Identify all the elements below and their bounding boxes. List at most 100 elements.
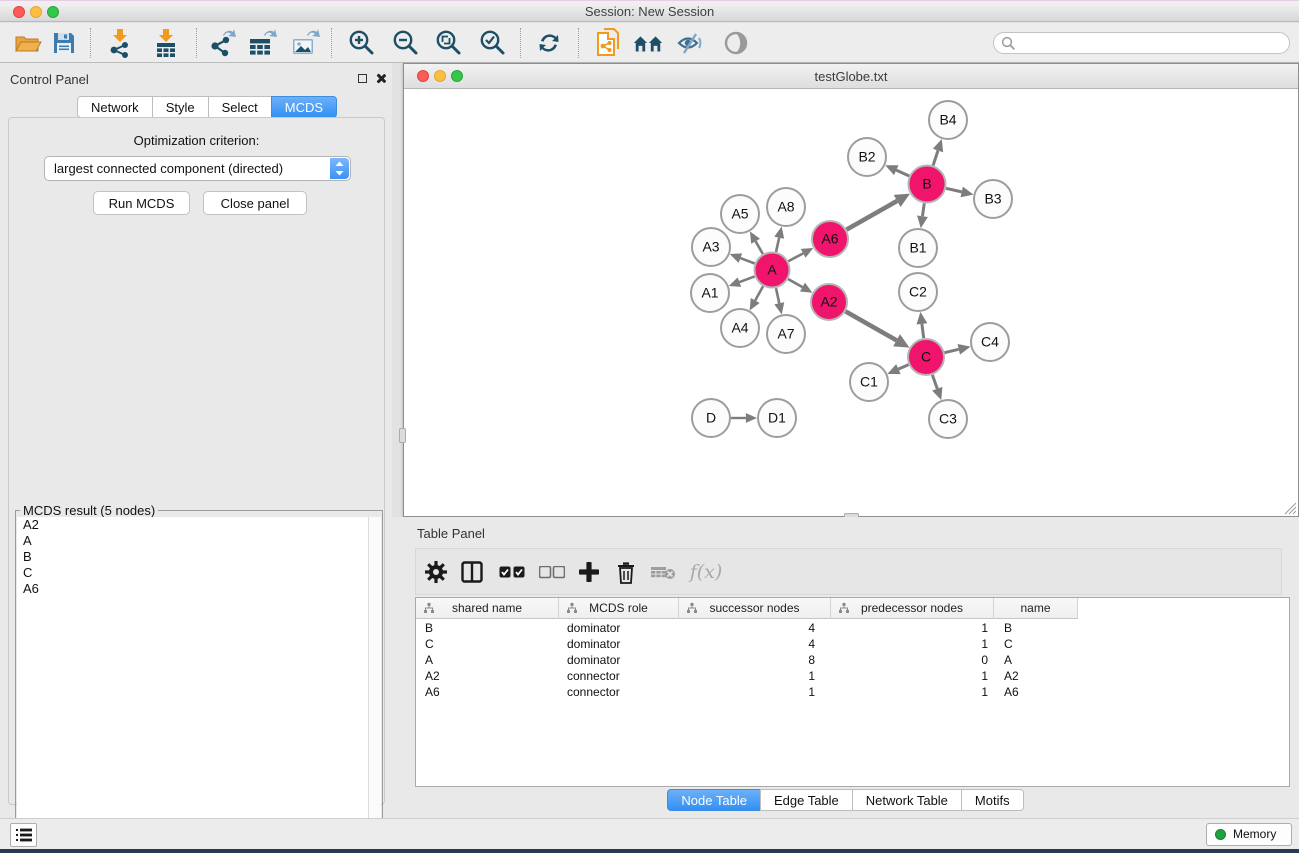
mcds-result-list[interactable]: A2ABCA6 xyxy=(17,517,369,846)
column-header-successor-nodes[interactable]: successor nodes xyxy=(679,598,831,619)
zoom-out-button[interactable] xyxy=(389,27,421,59)
node-A8[interactable]: A8 xyxy=(767,188,805,226)
import-network-button[interactable] xyxy=(104,27,136,59)
zoom-in-button[interactable] xyxy=(345,27,377,59)
edge-A-A2[interactable] xyxy=(788,279,812,293)
tab-style[interactable]: Style xyxy=(152,96,209,118)
edge-D-D1[interactable] xyxy=(731,413,757,423)
node-A7[interactable]: A7 xyxy=(767,315,805,353)
duplicate-network-button[interactable] xyxy=(592,27,624,59)
task-history-button[interactable] xyxy=(10,823,37,847)
node-C4[interactable]: C4 xyxy=(971,323,1009,361)
edge-A-A4[interactable] xyxy=(750,286,763,310)
table-settings-button[interactable] xyxy=(421,557,451,587)
function-builder-button[interactable]: f(x) xyxy=(684,557,728,587)
deselect-all-rows-button[interactable] xyxy=(537,557,567,587)
run-mcds-button[interactable]: Run MCDS xyxy=(93,191,190,215)
node-B1[interactable]: B1 xyxy=(899,229,937,267)
delete-table-button[interactable] xyxy=(648,557,678,587)
node-C[interactable]: C xyxy=(908,339,944,375)
zoom-fit-button[interactable] xyxy=(432,27,464,59)
node-C1[interactable]: C1 xyxy=(850,363,888,401)
edge-C-C3[interactable] xyxy=(932,375,942,400)
edge-A-A1[interactable] xyxy=(729,276,755,286)
result-item[interactable]: A2 xyxy=(17,517,369,533)
result-item[interactable]: C xyxy=(17,565,369,581)
edge-B-B2[interactable] xyxy=(885,165,909,176)
close-panel-button[interactable]: Close panel xyxy=(203,191,307,215)
result-item[interactable]: A6 xyxy=(17,581,369,597)
close-panel-icon[interactable] xyxy=(375,73,386,84)
edge-A-A6[interactable] xyxy=(788,248,813,261)
network-window-titlebar[interactable]: testGlobe.txt xyxy=(404,64,1298,89)
node-A4[interactable]: A4 xyxy=(721,309,759,347)
column-header-predecessor-nodes[interactable]: predecessor nodes xyxy=(831,598,994,619)
node-B[interactable]: B xyxy=(909,166,946,203)
save-session-button[interactable] xyxy=(48,27,80,59)
node-C3[interactable]: C3 xyxy=(929,400,967,438)
show-details-button[interactable] xyxy=(720,27,752,59)
search-input[interactable] xyxy=(1020,34,1282,52)
export-network-button[interactable] xyxy=(206,27,238,59)
edge-A2-C[interactable] xyxy=(846,311,910,347)
table-row[interactable]: A2connector11A2 xyxy=(416,668,1289,684)
table-row[interactable]: A6connector11A6 xyxy=(416,684,1289,700)
zoom-selected-button[interactable] xyxy=(476,27,508,59)
node-A5[interactable]: A5 xyxy=(721,195,759,233)
node-B2[interactable]: B2 xyxy=(848,138,886,176)
edge-A-A3[interactable] xyxy=(730,253,755,263)
edge-C-C1[interactable] xyxy=(887,364,908,374)
tab-select[interactable]: Select xyxy=(208,96,272,118)
column-header-shared-name[interactable]: shared name xyxy=(416,598,559,619)
table-row[interactable]: Bdominator41B xyxy=(416,620,1289,636)
delete-column-button[interactable] xyxy=(611,557,641,587)
memory-button[interactable]: Memory xyxy=(1206,823,1292,846)
edge-C-C2[interactable] xyxy=(917,312,928,338)
node-C2[interactable]: C2 xyxy=(899,273,937,311)
edge-A6-B[interactable] xyxy=(847,194,911,230)
node-B3[interactable]: B3 xyxy=(974,180,1012,218)
float-panel-icon[interactable] xyxy=(358,74,367,83)
tab-edge-table[interactable]: Edge Table xyxy=(760,789,853,811)
criterion-dropdown[interactable]: largest connected component (directed) xyxy=(44,156,351,181)
result-item[interactable]: B xyxy=(17,549,369,565)
network-canvas[interactable]: AA1A2A3A4A5A6A7A8BB1B2B3B4CC1C2C3C4DD1 xyxy=(404,89,1298,516)
add-column-button[interactable] xyxy=(574,557,604,587)
edge-C-C4[interactable] xyxy=(944,344,970,355)
edge-B-B1[interactable] xyxy=(917,203,928,228)
result-item[interactable]: A xyxy=(17,533,369,549)
node-B4[interactable]: B4 xyxy=(929,101,967,139)
node-A6[interactable]: A6 xyxy=(812,221,848,257)
pane-resize-handle[interactable] xyxy=(399,428,406,443)
select-columns-button[interactable] xyxy=(457,557,487,587)
tab-network[interactable]: Network xyxy=(77,96,153,118)
edge-A-A7[interactable] xyxy=(774,288,784,314)
edge-B-B3[interactable] xyxy=(946,187,973,198)
edge-A-A5[interactable] xyxy=(750,231,763,254)
export-image-button[interactable] xyxy=(289,27,321,59)
tab-motifs[interactable]: Motifs xyxy=(961,789,1024,811)
table-row[interactable]: Adominator80A xyxy=(416,652,1289,668)
refresh-network-button[interactable] xyxy=(533,27,565,59)
edge-A-A8[interactable] xyxy=(774,227,784,252)
hide-details-button[interactable] xyxy=(675,27,707,59)
export-table-button[interactable] xyxy=(246,27,278,59)
edge-B-B4[interactable] xyxy=(933,139,943,165)
result-list-scrollbar[interactable] xyxy=(368,517,381,846)
open-session-button[interactable] xyxy=(12,27,44,59)
table-row[interactable]: Cdominator41C xyxy=(416,636,1289,652)
tab-mcds[interactable]: MCDS xyxy=(271,96,337,118)
node-A3[interactable]: A3 xyxy=(692,228,730,266)
select-all-rows-button[interactable] xyxy=(497,557,527,587)
window-resize-grip[interactable] xyxy=(1282,500,1297,515)
node-D[interactable]: D xyxy=(692,399,730,437)
tab-network-table[interactable]: Network Table xyxy=(852,789,962,811)
column-header-name[interactable]: name xyxy=(994,598,1078,619)
node-A2[interactable]: A2 xyxy=(811,284,847,320)
node-A[interactable]: A xyxy=(755,253,790,288)
home-overview-button[interactable] xyxy=(632,27,664,59)
column-header-MCDS-role[interactable]: MCDS role xyxy=(559,598,679,619)
tab-node-table[interactable]: Node Table xyxy=(667,789,761,811)
node-A1[interactable]: A1 xyxy=(691,274,729,312)
import-table-button[interactable] xyxy=(150,27,182,59)
